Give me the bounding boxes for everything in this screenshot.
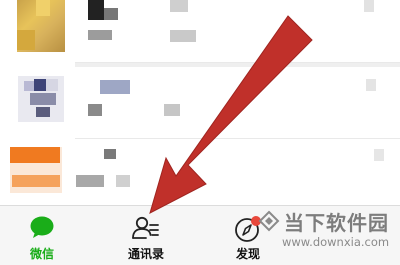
avatar-tile (36, 0, 50, 16)
tab-label-chats: 微信 (29, 247, 54, 261)
watermark-url: www.downxia.com (282, 235, 390, 249)
wechat-screen: 微信 通讯录 发现 当下软件园 www.downxia.com (0, 0, 400, 265)
tab-label-contacts: 通讯录 (127, 247, 164, 261)
blurred-time (366, 79, 376, 91)
blurred-text (164, 104, 180, 116)
avatar-tile (10, 147, 60, 163)
blurred-time (374, 149, 384, 161)
blurred-text (88, 0, 104, 20)
watermark-logo-icon (258, 210, 280, 232)
blurred-text (100, 80, 130, 94)
chat-list-item[interactable] (0, 139, 400, 205)
contacts-icon (131, 215, 161, 245)
blurred-strip (75, 63, 400, 67)
tab-chats[interactable]: 微信 (10, 206, 74, 265)
blurred-text (104, 8, 118, 20)
blurred-text (88, 104, 102, 116)
chat-bubble-icon (29, 215, 55, 243)
avatar-tile (12, 175, 60, 187)
avatar-tile (17, 30, 35, 50)
blurred-text (104, 149, 116, 159)
blurred-text (116, 175, 130, 187)
blurred-text (76, 175, 104, 187)
chat-list-item[interactable] (0, 0, 400, 62)
avatar-tile (36, 107, 50, 117)
blurred-text (88, 30, 112, 40)
watermark-title: 当下软件园 (284, 211, 389, 235)
tab-contacts[interactable]: 通讯录 (114, 206, 178, 265)
watermark: 当下软件园 www.downxia.com (258, 207, 400, 257)
blurred-text (170, 0, 188, 12)
chat-list-item[interactable] (0, 63, 400, 138)
avatar-tile (30, 93, 56, 105)
blurred-time (364, 0, 374, 12)
blurred-text (170, 30, 196, 42)
avatar-tile (46, 79, 58, 91)
